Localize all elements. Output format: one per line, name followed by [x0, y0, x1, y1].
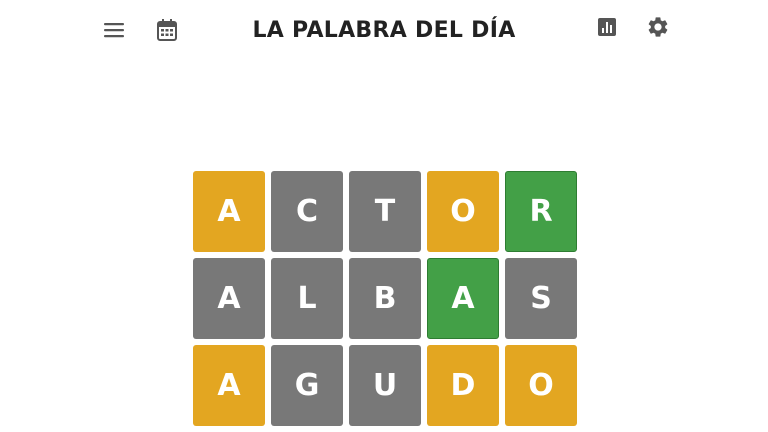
tile-r1-c2: C — [271, 171, 343, 252]
tile-r1-c3: T — [349, 171, 421, 252]
settings-button[interactable] — [644, 13, 672, 41]
stats-button[interactable] — [593, 13, 621, 41]
board-row-2: A L B A S — [193, 258, 579, 339]
tile-r3-c5: O — [505, 345, 577, 426]
tile-r2-c3: B — [349, 258, 421, 339]
tile-r3-c3: U — [349, 345, 421, 426]
board-row-1: A C T O R — [193, 171, 579, 252]
stats-chart-icon — [598, 18, 616, 36]
tile-r3-c4: D — [427, 345, 499, 426]
tile-r2-c2: L — [271, 258, 343, 339]
tile-r3-c1: A — [193, 345, 265, 426]
game-board: A C T O R A L B A S A G U D O — [193, 171, 579, 432]
tile-r1-c1: A — [193, 171, 265, 252]
header: LA PALABRA DEL DÍA — [0, 0, 768, 60]
app: LA PALABRA DEL DÍA A C T O R A L B A S A… — [0, 0, 768, 432]
gear-icon — [648, 17, 668, 37]
tile-r1-c4: O — [427, 171, 499, 252]
tile-r3-c2: G — [271, 345, 343, 426]
tile-r2-c4: A — [427, 258, 499, 339]
board-row-3: A G U D O — [193, 345, 579, 426]
tile-r1-c5: R — [505, 171, 577, 252]
tile-r2-c1: A — [193, 258, 265, 339]
tile-r2-c5: S — [505, 258, 577, 339]
